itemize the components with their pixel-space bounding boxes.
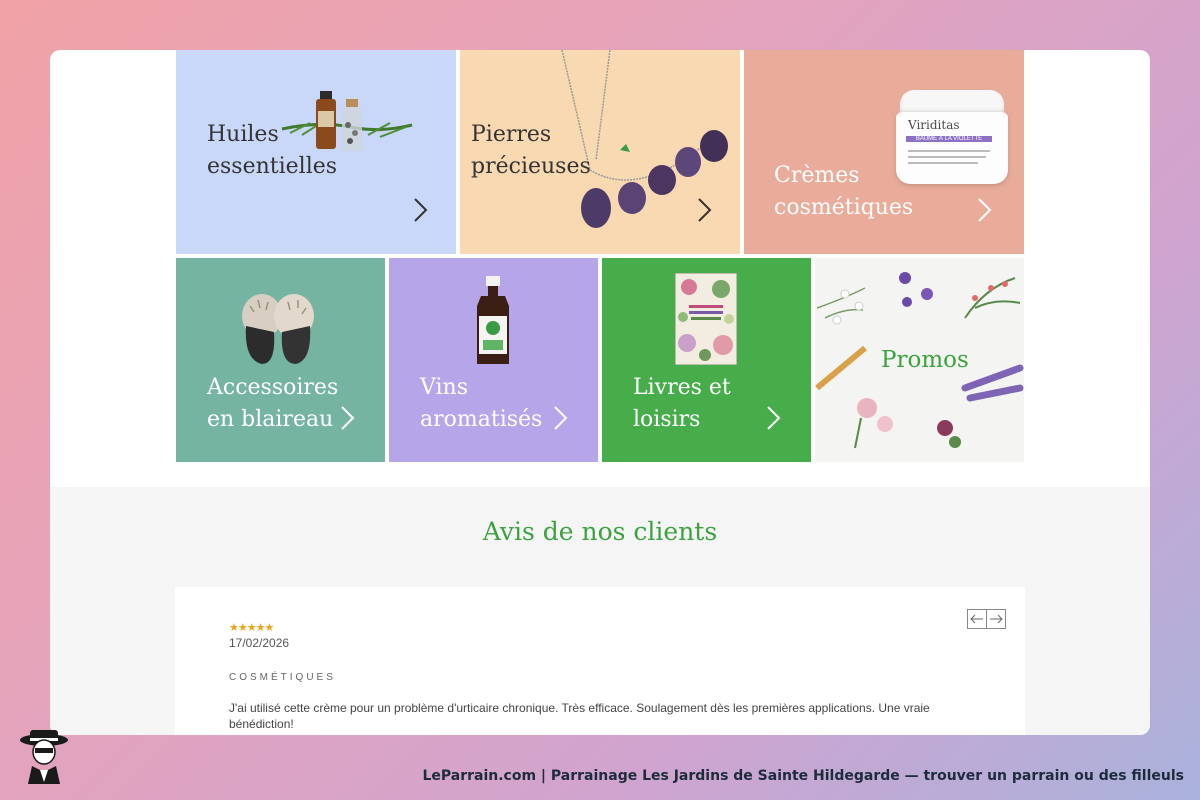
category-label-line1: Vins	[420, 375, 468, 400]
category-label-line1: Accessoires	[207, 375, 339, 400]
arrow-left-icon	[970, 614, 983, 624]
review-date: 17/02/2026	[229, 636, 290, 650]
category-label: Vins aromatisés	[420, 372, 542, 436]
book-cover-image	[675, 273, 737, 365]
chevron-right-icon	[698, 198, 712, 222]
category-tile-vins-aromatises[interactable]: Vins aromatisés	[389, 258, 598, 462]
category-label-line2: cosmétiques	[774, 195, 914, 220]
category-tile-promos[interactable]: Promos	[815, 258, 1024, 462]
promos-label: Promos	[881, 347, 969, 373]
review-card: ★★★★★ 17/02/2026 COSMÉTIQUES J'ai utilis…	[175, 587, 1025, 735]
category-tile-livres-loisirs[interactable]: Livres et loisirs	[602, 258, 811, 462]
category-tile-huiles-essentielles[interactable]: Huiles essentielles	[176, 50, 456, 254]
category-label: Crèmes cosmétiques	[774, 160, 913, 224]
reviews-section: Avis de nos clients ★★★★★ 17/02/2026 COS…	[50, 487, 1150, 735]
next-review-button[interactable]	[987, 609, 1006, 629]
chevron-right-icon	[767, 406, 781, 430]
chevron-right-icon	[554, 406, 568, 430]
category-label: Huiles essentielles	[207, 119, 337, 183]
review-category: COSMÉTIQUES	[229, 672, 336, 683]
content-card: Huiles essentielles Pierres précieuses V…	[50, 50, 1150, 735]
category-label-line2: précieuses	[471, 154, 591, 179]
category-tile-cremes-cosmetiques[interactable]: Viriditas BAUME À LA VIOLETTE Crèmes cos…	[744, 50, 1024, 254]
category-label-line1: Livres et	[633, 375, 731, 400]
chevron-right-icon	[341, 406, 355, 430]
reviews-title: Avis de nos clients	[482, 517, 718, 546]
category-label: Accessoires en blaireau	[207, 372, 338, 436]
chevron-right-icon	[978, 198, 992, 222]
badger-slippers-image	[242, 294, 314, 364]
category-label-line2: aromatisés	[420, 407, 543, 432]
category-tile-pierres-precieuses[interactable]: Pierres précieuses	[460, 50, 740, 254]
wine-bottle-image	[477, 276, 509, 364]
category-tile-accessoires-blaireau[interactable]: Accessoires en blaireau	[176, 258, 385, 462]
category-label: Livres et loisirs	[633, 372, 731, 436]
previous-review-button[interactable]	[967, 609, 987, 629]
category-label-line1: Pierres	[471, 122, 552, 147]
jar-brand-text: Viriditas	[908, 118, 960, 132]
leparrain-mascot-logo	[20, 730, 68, 784]
category-label-line2: en blaireau	[207, 407, 334, 432]
rating-stars: ★★★★★	[229, 622, 274, 634]
category-label-line1: Huiles	[207, 122, 279, 147]
chevron-right-icon	[414, 198, 428, 222]
category-label-line2: loisirs	[633, 407, 701, 432]
category-label-line1: Crèmes	[774, 163, 860, 188]
footer-text: LeParrain.com | Parrainage Les Jardins d…	[422, 768, 1184, 784]
arrow-right-icon	[990, 614, 1003, 624]
review-text: J'ai utilisé cette crème pour un problèm…	[229, 701, 930, 731]
category-label-line2: essentielles	[207, 154, 338, 179]
jar-label-text: BAUME À LA VIOLETTE	[906, 136, 992, 142]
category-label: Pierres précieuses	[471, 119, 591, 183]
review-nav	[967, 609, 1006, 629]
